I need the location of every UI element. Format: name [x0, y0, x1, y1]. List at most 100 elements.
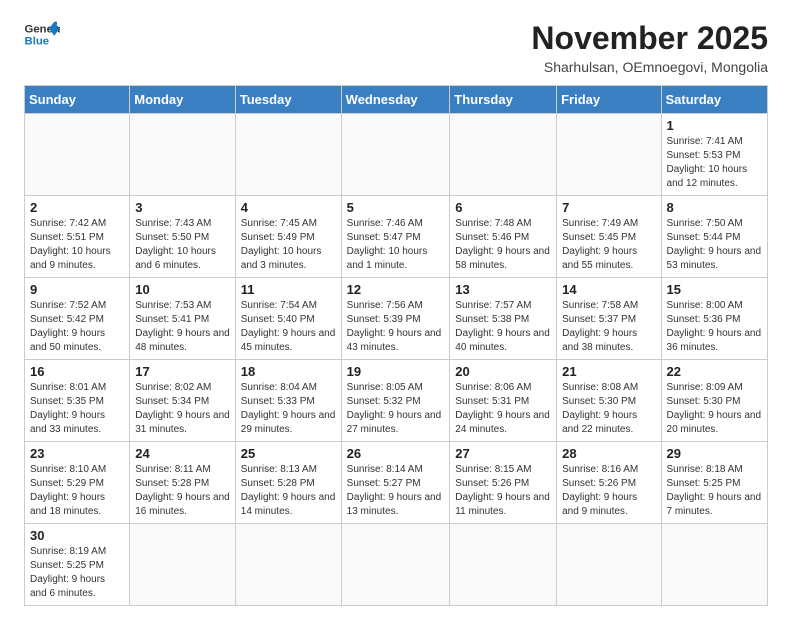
day-number: 7: [562, 200, 655, 215]
calendar-cell: 20 Sunrise: 8:06 AM Sunset: 5:31 PM Dayli…: [450, 360, 557, 442]
calendar-cell: [450, 114, 557, 196]
day-info: Sunrise: 8:11 AM Sunset: 5:28 PM Dayligh…: [135, 463, 230, 519]
col-tuesday: Tuesday: [235, 86, 341, 114]
month-title: November 2025: [531, 20, 768, 57]
day-info: Sunrise: 7:58 AM Sunset: 5:37 PM Dayligh…: [562, 299, 655, 355]
calendar-cell: [661, 524, 767, 606]
day-info: Sunrise: 7:42 AM Sunset: 5:51 PM Dayligh…: [30, 217, 124, 273]
calendar-cell: 8Sunrise: 7:50 AM Sunset: 5:44 PM Daylig…: [661, 196, 767, 278]
calendar-cell: 26 Sunrise: 8:14 AM Sunset: 5:27 PM Dayli…: [341, 442, 450, 524]
calendar-cell: 16 Sunrise: 8:01 AM Sunset: 5:35 PM Dayli…: [25, 360, 130, 442]
day-number: 11: [241, 282, 336, 297]
calendar-cell: 9 Sunrise: 7:52 AM Sunset: 5:42 PM Daylig…: [25, 278, 130, 360]
col-saturday: Saturday: [661, 86, 767, 114]
day-number: 8: [667, 200, 762, 215]
day-info: Sunrise: 7:48 AM Sunset: 5:46 PM Dayligh…: [455, 217, 551, 273]
day-info: Sunrise: 7:46 AM Sunset: 5:47 PM Dayligh…: [347, 217, 445, 273]
calendar-cell: 4 Sunrise: 7:45 AM Sunset: 5:49 PM Daylig…: [235, 196, 341, 278]
calendar-cell: 21Sunrise: 8:08 AM Sunset: 5:30 PM Dayli…: [557, 360, 661, 442]
calendar-week-row: 30 Sunrise: 8:19 AM Sunset: 5:25 PM Dayli…: [25, 524, 768, 606]
calendar-cell: 14 Sunrise: 7:58 AM Sunset: 5:37 PM Dayli…: [557, 278, 661, 360]
day-info: Sunrise: 8:02 AM Sunset: 5:34 PM Dayligh…: [135, 381, 230, 437]
logo: General Blue: [24, 20, 60, 48]
calendar-week-row: 23Sunrise: 8:10 AM Sunset: 5:29 PM Dayli…: [25, 442, 768, 524]
col-wednesday: Wednesday: [341, 86, 450, 114]
calendar-cell: 7 Sunrise: 7:49 AM Sunset: 5:45 PM Daylig…: [557, 196, 661, 278]
calendar-week-row: 1 Sunrise: 7:41 AM Sunset: 5:53 PM Daylig…: [25, 114, 768, 196]
calendar-cell: 24 Sunrise: 8:11 AM Sunset: 5:28 PM Dayli…: [130, 442, 236, 524]
day-number: 4: [241, 200, 336, 215]
day-info: Sunrise: 8:08 AM Sunset: 5:30 PM Dayligh…: [562, 381, 655, 437]
svg-text:Blue: Blue: [25, 36, 50, 48]
day-info: Sunrise: 8:09 AM Sunset: 5:30 PM Dayligh…: [667, 381, 762, 437]
day-number: 5: [347, 200, 445, 215]
calendar-body: 1 Sunrise: 7:41 AM Sunset: 5:53 PM Daylig…: [25, 114, 768, 606]
calendar-cell: [130, 524, 236, 606]
day-info: Sunrise: 7:49 AM Sunset: 5:45 PM Dayligh…: [562, 217, 655, 273]
calendar-cell: [25, 114, 130, 196]
col-thursday: Thursday: [450, 86, 557, 114]
day-number: 6: [455, 200, 551, 215]
day-number: 20: [455, 364, 551, 379]
day-number: 16: [30, 364, 124, 379]
day-info: Sunrise: 7:52 AM Sunset: 5:42 PM Dayligh…: [30, 299, 124, 355]
day-number: 12: [347, 282, 445, 297]
day-number: 25: [241, 446, 336, 461]
day-number: 29: [667, 446, 762, 461]
day-info: Sunrise: 8:16 AM Sunset: 5:26 PM Dayligh…: [562, 463, 655, 519]
calendar-cell: 22 Sunrise: 8:09 AM Sunset: 5:30 PM Dayli…: [661, 360, 767, 442]
day-number: 14: [562, 282, 655, 297]
calendar-cell: [341, 524, 450, 606]
day-number: 26: [347, 446, 445, 461]
day-number: 15: [667, 282, 762, 297]
calendar-cell: 2 Sunrise: 7:42 AM Sunset: 5:51 PM Daylig…: [25, 196, 130, 278]
day-info: Sunrise: 8:00 AM Sunset: 5:36 PM Dayligh…: [667, 299, 762, 355]
day-info: Sunrise: 7:41 AM Sunset: 5:53 PM Dayligh…: [667, 135, 762, 191]
day-number: 23: [30, 446, 124, 461]
day-number: 22: [667, 364, 762, 379]
calendar-week-row: 16 Sunrise: 8:01 AM Sunset: 5:35 PM Dayli…: [25, 360, 768, 442]
generalblue-icon: General Blue: [24, 20, 60, 48]
day-info: Sunrise: 8:14 AM Sunset: 5:27 PM Dayligh…: [347, 463, 445, 519]
day-info: Sunrise: 8:05 AM Sunset: 5:32 PM Dayligh…: [347, 381, 445, 437]
calendar-header: Sunday Monday Tuesday Wednesday Thursday…: [25, 86, 768, 114]
day-info: Sunrise: 8:18 AM Sunset: 5:25 PM Dayligh…: [667, 463, 762, 519]
location-subtitle: Sharhulsan, OEmnoegovi, Mongolia: [531, 59, 768, 75]
day-info: Sunrise: 8:15 AM Sunset: 5:26 PM Dayligh…: [455, 463, 551, 519]
calendar-cell: 11 Sunrise: 7:54 AM Sunset: 5:40 PM Dayli…: [235, 278, 341, 360]
day-info: Sunrise: 7:53 AM Sunset: 5:41 PM Dayligh…: [135, 299, 230, 355]
day-info: Sunrise: 8:01 AM Sunset: 5:35 PM Dayligh…: [30, 381, 124, 437]
day-info: Sunrise: 8:19 AM Sunset: 5:25 PM Dayligh…: [30, 545, 124, 601]
day-number: 19: [347, 364, 445, 379]
calendar-cell: 29 Sunrise: 8:18 AM Sunset: 5:25 PM Dayli…: [661, 442, 767, 524]
day-number: 30: [30, 528, 124, 543]
day-number: 17: [135, 364, 230, 379]
title-block: November 2025 Sharhulsan, OEmnoegovi, Mo…: [531, 20, 768, 75]
calendar-cell: 19 Sunrise: 8:05 AM Sunset: 5:32 PM Dayli…: [341, 360, 450, 442]
day-info: Sunrise: 7:54 AM Sunset: 5:40 PM Dayligh…: [241, 299, 336, 355]
calendar-cell: [557, 114, 661, 196]
day-number: 27: [455, 446, 551, 461]
day-number: 1: [667, 118, 762, 133]
calendar-cell: [450, 524, 557, 606]
day-number: 24: [135, 446, 230, 461]
calendar-cell: 25 Sunrise: 8:13 AM Sunset: 5:28 PM Dayli…: [235, 442, 341, 524]
calendar-cell: 17 Sunrise: 8:02 AM Sunset: 5:34 PM Dayli…: [130, 360, 236, 442]
day-number: 2: [30, 200, 124, 215]
day-info: Sunrise: 8:06 AM Sunset: 5:31 PM Dayligh…: [455, 381, 551, 437]
day-number: 10: [135, 282, 230, 297]
calendar-cell: 10 Sunrise: 7:53 AM Sunset: 5:41 PM Dayli…: [130, 278, 236, 360]
calendar-cell: 12Sunrise: 7:56 AM Sunset: 5:39 PM Dayli…: [341, 278, 450, 360]
day-info: Sunrise: 8:13 AM Sunset: 5:28 PM Dayligh…: [241, 463, 336, 519]
day-number: 13: [455, 282, 551, 297]
day-info: Sunrise: 7:45 AM Sunset: 5:49 PM Dayligh…: [241, 217, 336, 273]
calendar-cell: 1 Sunrise: 7:41 AM Sunset: 5:53 PM Daylig…: [661, 114, 767, 196]
header: General Blue November 2025 Sharhulsan, O…: [24, 20, 768, 75]
day-info: Sunrise: 7:43 AM Sunset: 5:50 PM Dayligh…: [135, 217, 230, 273]
col-friday: Friday: [557, 86, 661, 114]
col-monday: Monday: [130, 86, 236, 114]
calendar-cell: [235, 524, 341, 606]
calendar-cell: [235, 114, 341, 196]
day-number: 9: [30, 282, 124, 297]
calendar-cell: 6 Sunrise: 7:48 AM Sunset: 5:46 PM Daylig…: [450, 196, 557, 278]
